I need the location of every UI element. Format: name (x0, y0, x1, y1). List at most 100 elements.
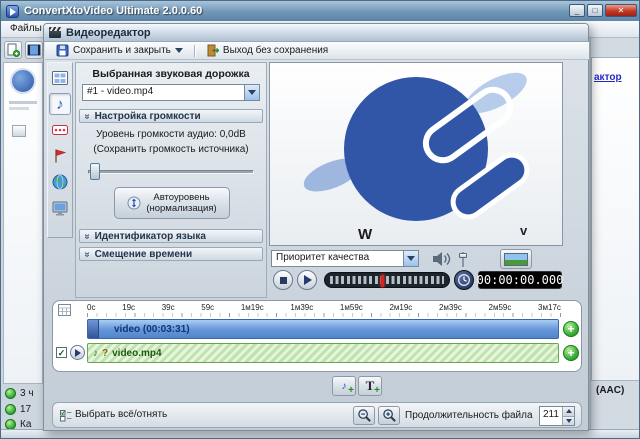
exit-door-icon (206, 44, 219, 57)
language-section-header[interactable]: » Идентификатор языка (79, 229, 263, 243)
zoom-in-icon (382, 408, 397, 423)
chevron-icon: » (81, 233, 92, 239)
combo-arrow-button[interactable] (403, 251, 418, 266)
music-note-icon: ♪ (342, 381, 347, 392)
chapters-tab[interactable] (49, 145, 71, 167)
led-playhead[interactable] (381, 275, 384, 287)
language-tab[interactable] (49, 171, 71, 193)
unknown-language-icon: ? (102, 348, 108, 359)
track-cap[interactable] (88, 320, 99, 338)
add-video-button[interactable] (25, 41, 43, 59)
preview-logo: W v (270, 63, 562, 245)
dialog-toolbar: Сохранить и закрыть Выход без сохранения (45, 42, 589, 60)
dialog-titlebar[interactable]: Видеоредактор (44, 24, 588, 42)
add-audio-track-button[interactable]: + (563, 345, 579, 361)
zoom-out-button[interactable] (353, 406, 375, 425)
letter-w: W (358, 226, 373, 243)
autolevel-label: Автоуровень (нормализация) (146, 192, 216, 214)
app-icon (6, 5, 19, 18)
ruler-label: 19с (122, 303, 135, 313)
quality-select[interactable]: Приоритет качества (271, 250, 419, 267)
subtitles-icon (51, 121, 69, 139)
toolbar-separator (194, 45, 195, 57)
maximize-button[interactable]: □ (587, 4, 603, 17)
audio-track-panel: Выбранная звуковая дорожка #1 - video.mp… (75, 62, 267, 298)
main-titlebar: ConvertXtoVideo Ultimate 2.0.0.60 (1, 1, 640, 21)
volume-note-label: (Сохранить громкость источника) (76, 144, 266, 155)
time-value: 00:00:00.000 (477, 273, 564, 287)
offset-section-header[interactable]: » Смещение времени (79, 247, 263, 261)
exit-without-saving-button[interactable]: Выход без сохранения (200, 43, 334, 58)
right-panel (591, 57, 640, 381)
stat-row: 17 (5, 404, 31, 415)
add-text-button[interactable]: T + (358, 376, 382, 396)
file-text-line (9, 107, 29, 110)
select-all-label[interactable]: Выбрать всё/отнять (75, 409, 167, 420)
spin-up-button[interactable] (563, 407, 574, 416)
autolevel-button[interactable]: Автоуровень (нормализация) (114, 187, 230, 219)
ruler-label: 2м59с (489, 303, 512, 313)
slider-thumb[interactable] (90, 163, 100, 180)
audio-track-checkbox[interactable]: ✓ (56, 347, 67, 358)
seek-bar[interactable] (324, 272, 450, 288)
add-video-track-button[interactable]: + (563, 321, 579, 337)
timer-button[interactable] (454, 270, 474, 290)
add-audio-button[interactable]: ♪ + (332, 376, 356, 396)
time-display: 00:00:00.000 (478, 271, 562, 289)
monitor-icon (51, 199, 69, 217)
ruler-label: 0с (87, 303, 95, 313)
add-file-button[interactable] (4, 41, 22, 59)
autolevel-icon (127, 196, 141, 210)
volume-mini-slider[interactable] (458, 251, 468, 268)
select-all-icon (60, 410, 72, 422)
audio-play-button[interactable] (70, 345, 85, 360)
file-thumbnail-icon[interactable] (10, 68, 36, 94)
snapshot-button[interactable] (500, 249, 532, 269)
volume-slider[interactable] (88, 163, 254, 181)
clapperboard-icon (49, 27, 61, 38)
video-editor-dialog: Видеоредактор Сохранить и закрыть (43, 23, 589, 431)
music-note-icon: ♪ (56, 96, 64, 113)
stop-button[interactable] (273, 270, 293, 290)
seek-segments (330, 276, 444, 284)
ruler-ticks (87, 313, 561, 317)
save-and-close-button[interactable]: Сохранить и закрыть (50, 43, 189, 58)
panel-header: Выбранная звуковая дорожка (76, 68, 266, 80)
zoom-out-icon (357, 408, 372, 423)
minimize-button[interactable]: _ (569, 4, 585, 17)
combo-arrow-button[interactable] (244, 85, 259, 100)
file-item-icon[interactable] (12, 125, 26, 137)
mini-slider-knob[interactable] (459, 253, 467, 258)
video-track-label: video (00:03:31) (114, 324, 190, 335)
video-frames-tab[interactable] (49, 67, 71, 89)
audio-track-select[interactable]: #1 - video.mp4 (82, 84, 260, 101)
audio-track-tab[interactable]: ♪ (49, 93, 71, 115)
ruler-label: 3м17с (538, 303, 561, 313)
save-icon (56, 44, 69, 57)
duration-spinner[interactable]: 211 (539, 406, 575, 426)
plus-icon: + (374, 385, 380, 396)
speaker-icon[interactable] (432, 251, 454, 267)
subtitles-tab[interactable] (49, 119, 71, 141)
letter-v: v (520, 223, 528, 238)
stop-icon (280, 277, 287, 284)
timeline-bottom-bar: Выбрать всё/отнять Продолжительность фай… (52, 402, 582, 428)
ruler-label: 59с (201, 303, 214, 313)
plus-icon: + (348, 385, 354, 396)
main-window-title: ConvertXtoVideo Ultimate 2.0.0.60 (24, 5, 202, 17)
ruler-label: 1м19с (241, 303, 264, 313)
close-button[interactable]: ✕ (605, 4, 637, 17)
add-file-icon (6, 43, 20, 57)
zoom-in-button[interactable] (378, 406, 400, 425)
audio-track[interactable]: ♪ ? video.mp4 (87, 343, 559, 363)
display-tab[interactable] (49, 197, 71, 219)
video-editor-link[interactable]: актор (594, 72, 622, 83)
stat-row: 3 ч (5, 388, 34, 399)
duration-value[interactable]: 211 (540, 407, 562, 425)
spin-down-button[interactable] (563, 416, 574, 426)
play-button[interactable] (297, 270, 317, 290)
file-list-panel (3, 62, 43, 384)
volume-section-header[interactable]: » Настройка громкости (79, 109, 263, 123)
video-track[interactable]: video (00:03:31) (87, 319, 559, 339)
timeline-grid-icon (58, 304, 71, 316)
